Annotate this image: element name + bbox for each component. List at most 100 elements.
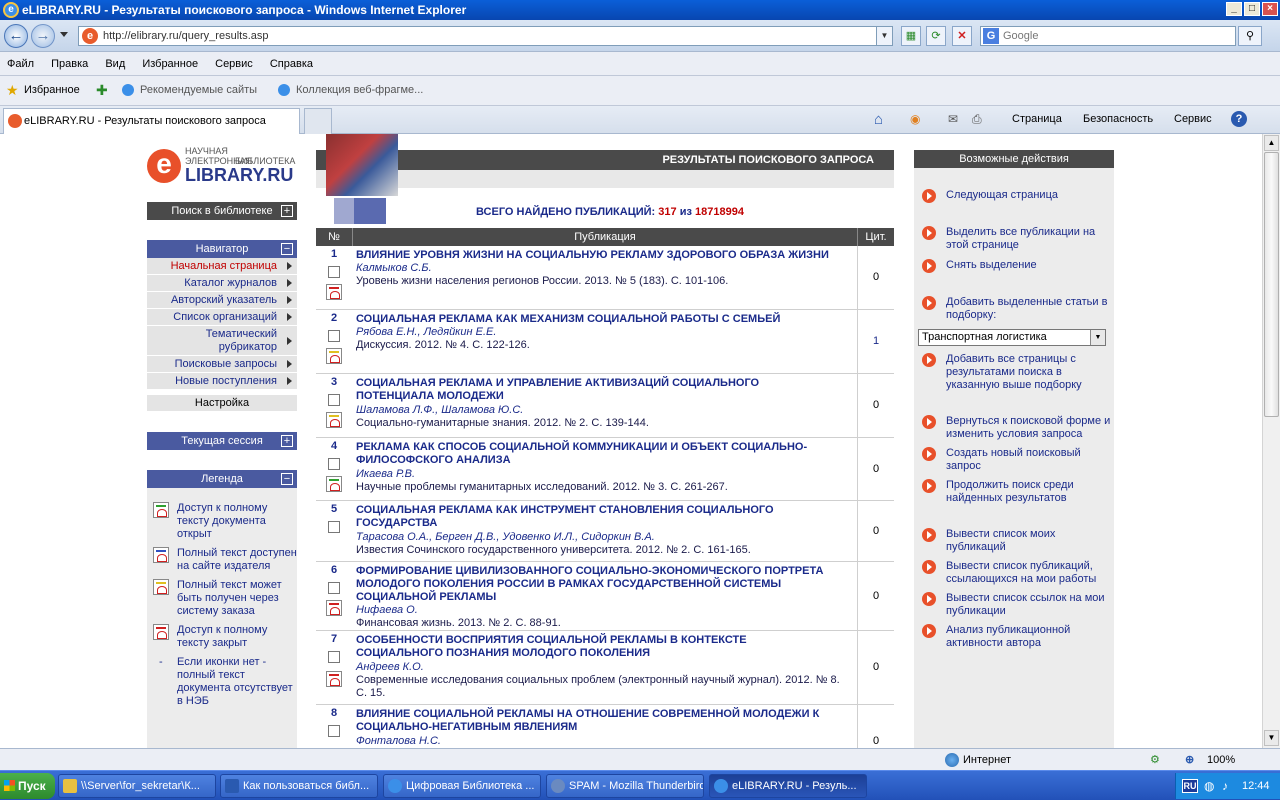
menu-file[interactable]: Файл xyxy=(0,52,41,76)
new-tab-button[interactable] xyxy=(304,108,332,134)
back-button[interactable]: ← xyxy=(4,24,28,48)
nav-journals[interactable]: Каталог журналов xyxy=(147,275,297,292)
pdf-closed-icon[interactable] xyxy=(326,671,342,687)
print-icon[interactable]: ⎙ xyxy=(972,112,982,127)
row-checkbox[interactable] xyxy=(328,725,340,737)
minimize-button[interactable]: _ xyxy=(1226,2,1242,16)
action-refine-search[interactable]: Продолжить поиск среди найденных результ… xyxy=(922,479,1112,505)
clock[interactable]: 12:44 xyxy=(1242,773,1270,799)
collapse-icon[interactable]: − xyxy=(281,473,293,485)
row-checkbox[interactable] xyxy=(328,394,340,406)
stop-icon[interactable]: ✕ xyxy=(952,26,972,46)
row-title-link[interactable]: ВЛИЯНИЕ СОЦИАЛЬНОЙ РЕКЛАМЫ НА ОТНОШЕНИЕ … xyxy=(356,708,836,734)
taskbar-item-thunderbird[interactable]: SPAM - Mozilla Thunderbird xyxy=(546,774,704,798)
language-indicator[interactable]: RU xyxy=(1182,779,1198,793)
pdf-closed-icon[interactable] xyxy=(326,600,342,616)
row-authors[interactable]: Рябова Е.Н., Ледяйкин Е.Е. xyxy=(356,326,836,339)
nav-organizations[interactable]: Список организаций xyxy=(147,309,297,326)
tab-elibrary[interactable]: eLIBRARY.RU - Результаты поискового запр… xyxy=(3,108,300,134)
tools-menu[interactable]: Сервис xyxy=(1174,113,1212,125)
action-back-to-search[interactable]: Вернуться к поисковой форме и изменить у… xyxy=(922,415,1112,441)
start-button[interactable]: Пуск xyxy=(0,773,55,799)
help-icon[interactable]: ? xyxy=(1231,111,1247,127)
menu-view[interactable]: Вид xyxy=(98,52,132,76)
history-dropdown-icon[interactable] xyxy=(60,32,68,37)
chevron-down-icon[interactable]: ▼ xyxy=(1090,330,1105,345)
elibrary-logo[interactable]: e НАУЧНАЯ ЭЛЕКТРОННАЯ БИБЛИОТЕКА LIBRARY… xyxy=(147,146,297,186)
row-authors[interactable]: Нифаева О. xyxy=(356,604,836,617)
row-title-link[interactable]: СОЦИАЛЬНАЯ РЕКЛАМА КАК ИНСТРУМЕНТ СТАНОВ… xyxy=(356,504,836,530)
row-checkbox[interactable] xyxy=(328,330,340,342)
page-menu[interactable]: Страница xyxy=(1012,113,1062,125)
close-button[interactable]: × xyxy=(1262,2,1278,16)
recommended-sites-link[interactable]: Рекомендуемые сайты xyxy=(140,84,257,96)
row-authors[interactable]: Икаева Р.В. xyxy=(356,468,836,481)
action-new-search[interactable]: Создать новый поисковый запрос xyxy=(922,447,1112,473)
zoom-level[interactable]: 100% xyxy=(1207,749,1235,771)
pdf-open-icon[interactable] xyxy=(326,476,342,492)
protected-mode-icon[interactable]: ⚙ xyxy=(1150,754,1160,766)
row-authors[interactable]: Андреев К.О. xyxy=(356,661,836,674)
action-next-page[interactable]: Следующая страница xyxy=(922,189,1112,203)
expand-icon[interactable]: + xyxy=(281,435,293,447)
taskbar-item-explorer[interactable]: \\Server\for_sekretar\К... xyxy=(58,774,216,798)
menu-favorites[interactable]: Избранное xyxy=(135,52,205,76)
row-title-link[interactable]: ФОРМИРОВАНИЕ ЦИВИЛИЗОВАННОГО СОЦИАЛЬНО-Э… xyxy=(356,565,836,604)
row-authors[interactable]: Шаламова Л.Ф., Шаламова Ю.С. xyxy=(356,404,836,417)
nav-queries[interactable]: Поисковые запросы xyxy=(147,356,297,373)
add-favorite-icon[interactable]: ✚ xyxy=(96,83,108,97)
row-source[interactable]: Финансовая жизнь. 2013. № 2. С. 88-91. xyxy=(356,617,851,630)
menu-tools[interactable]: Сервис xyxy=(208,52,260,76)
row-checkbox[interactable] xyxy=(328,651,340,663)
row-title-link[interactable]: СОЦИАЛЬНАЯ РЕКЛАМА КАК МЕХАНИЗМ СОЦИАЛЬН… xyxy=(356,313,836,326)
network-icon[interactable]: ◍ xyxy=(1204,773,1214,799)
maximize-button[interactable]: □ xyxy=(1244,2,1260,16)
action-author-analysis[interactable]: Анализ публикационной активности автора xyxy=(922,624,1112,650)
row-title-link[interactable]: РЕКЛАМА КАК СПОСОБ СОЦИАЛЬНОЙ КОММУНИКАЦ… xyxy=(356,441,836,467)
row-authors[interactable]: Фонталова Н.С. xyxy=(356,735,836,748)
navigator-header[interactable]: Навигатор − xyxy=(147,240,297,258)
compat-icon[interactable]: ▦ xyxy=(901,26,921,46)
mail-icon[interactable]: ✉ xyxy=(948,112,958,126)
expand-icon[interactable]: + xyxy=(281,205,293,217)
row-authors[interactable]: Калмыков С.Б. xyxy=(356,262,836,275)
row-source[interactable]: Социально-гуманитарные знания. 2012. № 2… xyxy=(356,417,851,430)
forward-button[interactable]: → xyxy=(31,24,55,48)
scroll-thumb[interactable] xyxy=(1264,152,1279,417)
action-citing-publications[interactable]: Вывести список публикаций, ссылающихся н… xyxy=(922,560,1112,586)
address-dropdown-icon[interactable]: ▼ xyxy=(876,27,892,45)
action-references[interactable]: Вывести список ссылок на мои публикации xyxy=(922,592,1112,618)
pdf-order-icon[interactable] xyxy=(326,412,342,428)
row-title-link[interactable]: ВЛИЯНИЕ УРОВНЯ ЖИЗНИ НА СОЦИАЛЬНУЮ РЕКЛА… xyxy=(356,249,836,262)
action-select-all[interactable]: Выделить все публикации на этой странице xyxy=(922,226,1112,252)
collapse-icon[interactable]: − xyxy=(281,243,293,255)
menu-edit[interactable]: Правка xyxy=(44,52,95,76)
row-source[interactable]: Научные проблемы гуманитарных исследован… xyxy=(356,481,851,494)
row-checkbox[interactable] xyxy=(328,582,340,594)
nav-home[interactable]: Начальная страница xyxy=(147,258,297,275)
row-authors[interactable]: Тарасова О.А., Берген Д.В., Удовенко И.Л… xyxy=(356,531,836,544)
pdf-order-icon[interactable] xyxy=(326,348,342,364)
row-checkbox[interactable] xyxy=(328,521,340,533)
taskbar-item-elibrary[interactable]: eLIBRARY.RU - Резуль... xyxy=(709,774,867,798)
collection-select[interactable]: Транспортная логистика ▼ xyxy=(918,329,1106,346)
action-add-selected[interactable]: Добавить выделенные статьи в подборку: xyxy=(922,296,1112,322)
session-header[interactable]: Текущая сессия + xyxy=(147,432,297,450)
library-search-header[interactable]: Поиск в библиотеке + xyxy=(147,202,297,220)
search-input[interactable]: G Google xyxy=(980,26,1236,46)
row-title-link[interactable]: СОЦИАЛЬНАЯ РЕКЛАМА И УПРАВЛЕНИЕ АКТИВИЗА… xyxy=(356,377,836,403)
nav-settings[interactable]: Настройка xyxy=(147,395,297,412)
favorites-button[interactable]: Избранное xyxy=(24,84,80,96)
row-checkbox[interactable] xyxy=(328,458,340,470)
scroll-up-icon[interactable]: ▲ xyxy=(1264,135,1279,151)
action-my-publications[interactable]: Вывести список моих публикаций xyxy=(922,528,1112,554)
web-slice-gallery-link[interactable]: Коллекция веб-фрагме... xyxy=(296,84,423,96)
refresh-icon[interactable]: ⟳ xyxy=(926,26,946,46)
security-menu[interactable]: Безопасность xyxy=(1083,113,1153,125)
feeds-icon[interactable]: ◉ xyxy=(910,112,920,126)
action-add-all-pages[interactable]: Добавить все страницы с результатами пои… xyxy=(922,353,1112,392)
menu-help[interactable]: Справка xyxy=(263,52,320,76)
volume-icon[interactable]: ♪ xyxy=(1222,773,1228,799)
row-source[interactable]: Уровень жизни населения регионов России.… xyxy=(356,275,851,288)
row-checkbox[interactable] xyxy=(328,266,340,278)
